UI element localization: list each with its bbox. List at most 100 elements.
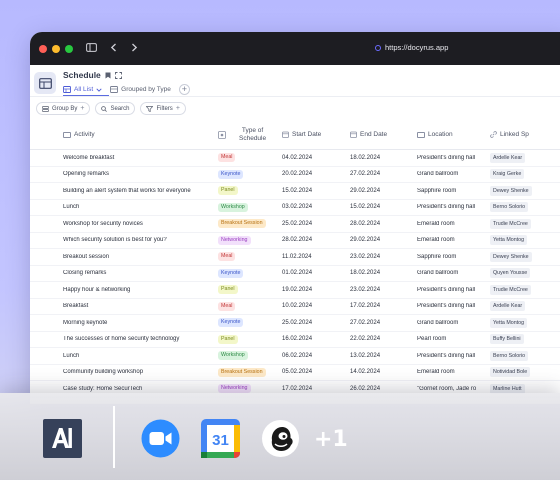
- linked-person-chip[interactable]: Yetta Montog: [490, 317, 528, 328]
- bookmark-icon[interactable]: [105, 72, 111, 79]
- type-tag[interactable]: Keynote: [218, 169, 244, 179]
- activity-cell: Breakout session: [63, 253, 110, 260]
- linked-person-chip[interactable]: Trudie McCree: [490, 284, 531, 295]
- sidebar-toggle-icon[interactable]: [86, 43, 97, 52]
- linked-person-chip[interactable]: Ardelle Kear: [490, 152, 526, 163]
- add-view-button[interactable]: +: [178, 84, 190, 95]
- mailchimp-icon[interactable]: [261, 419, 300, 458]
- linked-person-chip[interactable]: Berno Solorio: [490, 350, 529, 361]
- type-cell: Keynote: [214, 318, 280, 328]
- type-tag[interactable]: Breakout Session: [218, 219, 266, 229]
- minimize-window-button[interactable]: [52, 45, 60, 53]
- linked-cell: Buffy Bellini: [486, 334, 560, 345]
- linked-cell: Dewey Shenke: [486, 251, 560, 262]
- more-apps-count[interactable]: +1: [314, 427, 348, 452]
- table-row[interactable]: Welcome breakfast Meal 04.02.2024 18.02.202…: [30, 150, 560, 167]
- type-tag[interactable]: Meal: [218, 301, 236, 311]
- linked-person-chip[interactable]: Notividad Bole: [490, 367, 531, 378]
- location-cell: Sapphire room: [417, 187, 457, 194]
- type-tag[interactable]: Keynote: [218, 318, 244, 328]
- start-date-cell: 05.02.2024: [282, 369, 313, 376]
- column-start-date[interactable]: Start Date: [280, 131, 348, 138]
- table-row[interactable]: Opening remarks Keynote 20.02.2024 27.02.20…: [30, 167, 560, 183]
- google-calendar-icon[interactable]: 31: [201, 419, 240, 458]
- column-linked[interactable]: Linked Sp: [486, 131, 560, 138]
- linked-cell: Trudie McCree: [486, 284, 560, 295]
- type-tag[interactable]: Panel: [218, 186, 238, 196]
- linked-person-chip[interactable]: Dewey Shenke: [490, 185, 532, 196]
- column-location[interactable]: Location: [416, 131, 486, 138]
- linked-person-chip[interactable]: Dewey Shenke: [490, 251, 532, 262]
- linked-cell: Dewey Shenke: [486, 185, 560, 196]
- linked-person-chip[interactable]: Buffy Bellini: [490, 334, 524, 345]
- activity-cell: Which security solution is best for you?: [63, 237, 167, 244]
- table-row[interactable]: Closing remarks Keynote 01.02.2024 18.02.20…: [30, 266, 560, 282]
- search-button[interactable]: Search: [95, 102, 136, 115]
- column-end-date[interactable]: End Date: [348, 131, 416, 138]
- table-row[interactable]: Building an alert system that works for …: [30, 183, 560, 200]
- type-tag[interactable]: Breakout Session: [218, 367, 266, 377]
- table-row[interactable]: Lunch Workshop 06.02.2024 13.02.2024 Preside…: [30, 348, 560, 365]
- type-tag[interactable]: Keynote: [218, 268, 244, 278]
- table-row[interactable]: Community building workshop Breakout Sess…: [30, 365, 560, 381]
- back-arrow-icon[interactable]: [110, 43, 117, 52]
- table-row[interactable]: Lunch Workshop 03.02.2024 15.02.2024 Preside…: [30, 200, 560, 216]
- table-row[interactable]: Breakfast Meal 10.02.2024 17.02.2024 Preside…: [30, 299, 560, 315]
- end-date-cell: 26.02.2024: [350, 385, 381, 392]
- column-type-line2: Schedule: [239, 134, 267, 142]
- close-window-button[interactable]: [39, 45, 47, 53]
- filters-button[interactable]: Filters +: [140, 102, 186, 115]
- linked-person-chip[interactable]: Kraig Gerke: [490, 169, 525, 180]
- linked-cell: Quyen Yousse: [486, 268, 560, 279]
- table-row[interactable]: Workshop for security novices Breakout Se…: [30, 216, 560, 233]
- table-row[interactable]: Morning keynote Keynote 25.02.2024 27.02.20…: [30, 315, 560, 332]
- type-tag[interactable]: Meal: [218, 252, 236, 262]
- type-cell: Networking: [214, 235, 280, 245]
- linked-person-chip[interactable]: Berno Solorio: [490, 202, 529, 213]
- type-tag[interactable]: Workshop: [218, 351, 248, 361]
- start-date-cell: 10.02.2024: [282, 303, 313, 310]
- table-row[interactable]: Which security solution is best for you?…: [30, 233, 560, 249]
- linked-person-chip[interactable]: Quyen Yousse: [490, 268, 531, 279]
- view-tabs: All List Grouped by Type +: [63, 84, 190, 95]
- tab-grouped-by-type[interactable]: Grouped by Type: [110, 86, 171, 93]
- zoom-icon[interactable]: [141, 419, 180, 458]
- page-title: Schedule: [63, 70, 122, 80]
- linked-cell: Yetta Montog: [486, 317, 560, 328]
- type-cell: Meal: [214, 252, 280, 262]
- location-cell: Emerald room: [417, 237, 455, 244]
- column-activity[interactable]: Activity: [30, 131, 214, 138]
- expand-icon[interactable]: [114, 71, 122, 79]
- dock-separator: [113, 406, 115, 468]
- table-row[interactable]: Happy hour & networking Panel 19.02.2024 23…: [30, 282, 560, 299]
- type-tag[interactable]: Panel: [218, 285, 238, 295]
- end-date-cell: 29.02.2024: [350, 237, 381, 244]
- linked-person-chip[interactable]: Yetta Montog: [490, 235, 528, 246]
- table-row[interactable]: The successes of home security technolog…: [30, 332, 560, 348]
- end-date-cell: 18.02.2024: [350, 270, 381, 277]
- maximize-window-button[interactable]: [65, 45, 73, 53]
- search-label: Search: [110, 105, 130, 112]
- group-by-button[interactable]: Group By +: [36, 102, 91, 115]
- column-type-line1: Type of: [241, 126, 264, 134]
- address-bar[interactable]: https://docyrus.app: [375, 43, 448, 52]
- type-tag[interactable]: Panel: [218, 334, 238, 344]
- type-cell: Workshop: [214, 202, 280, 212]
- column-type[interactable]: Type of Schedule: [214, 127, 280, 143]
- type-tag[interactable]: Networking: [218, 235, 251, 245]
- linked-person-chip[interactable]: Ardelle Kear: [490, 301, 526, 312]
- type-cell: Panel: [214, 186, 280, 196]
- type-tag[interactable]: Networking: [218, 384, 251, 394]
- activity-cell: Community building workshop: [63, 369, 144, 376]
- type-tag[interactable]: Meal: [218, 153, 236, 163]
- linked-person-chip[interactable]: Trudie McCree: [490, 218, 531, 229]
- site-favicon-icon: [375, 44, 381, 51]
- type-tag[interactable]: Workshop: [218, 202, 248, 212]
- table-row[interactable]: Breakout session Meal 11.02.2024 23.02.2024…: [30, 249, 560, 266]
- column-location-label: Location: [428, 131, 453, 138]
- filters-label: Filters: [156, 105, 173, 112]
- anthropic-logo[interactable]: [43, 419, 82, 458]
- forward-arrow-icon[interactable]: [131, 43, 138, 52]
- tab-all-list[interactable]: All List: [63, 86, 102, 93]
- location-cell: Grand ballroom: [417, 319, 459, 326]
